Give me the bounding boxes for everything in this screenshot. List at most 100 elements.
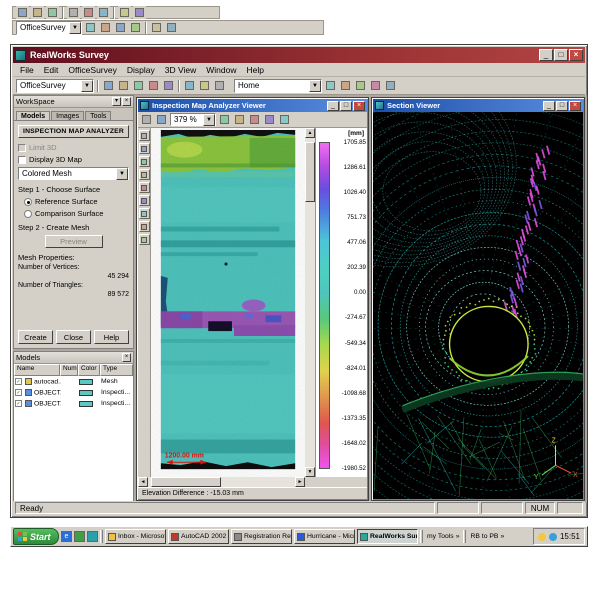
taskbar-toolbar-rbtopb[interactable]: RB to PB » bbox=[468, 529, 506, 544]
info-tool-icon[interactable] bbox=[139, 234, 150, 245]
table-row[interactable]: ✓ autocad... Mesh bbox=[14, 376, 133, 387]
mode-combo[interactable]: OfficeSurvey ▼ bbox=[16, 79, 94, 93]
toolbar-icon[interactable] bbox=[82, 6, 95, 19]
create-button[interactable]: Create bbox=[18, 330, 53, 344]
minimize-button[interactable]: _ bbox=[543, 101, 555, 111]
toolbar-icon[interactable] bbox=[339, 79, 352, 92]
vertical-scrollbar[interactable]: ▲ ▼ bbox=[305, 128, 315, 477]
taskbar-toolbar-mytools[interactable]: my Tools » bbox=[425, 529, 461, 544]
toolbar-icon[interactable] bbox=[183, 79, 196, 92]
toolbar-icon[interactable] bbox=[165, 21, 178, 34]
scroll-left-icon[interactable]: ◄ bbox=[138, 477, 148, 487]
zoom-level-combo[interactable]: 379 % ▼ bbox=[170, 113, 216, 126]
minimize-button[interactable]: _ bbox=[539, 49, 553, 61]
toolbar-icon[interactable] bbox=[384, 79, 397, 92]
taskbar-task-autocad[interactable]: AutoCAD 2002 bbox=[168, 529, 229, 544]
toolbar-icon[interactable] bbox=[162, 79, 175, 92]
reference-surface-radio[interactable] bbox=[24, 198, 32, 206]
workspace-panel-header[interactable]: WorkSpace ▾ × bbox=[14, 96, 133, 108]
toolbar-icon[interactable] bbox=[150, 21, 163, 34]
menu-display[interactable]: Display bbox=[122, 65, 160, 75]
quicklaunch-app-icon[interactable] bbox=[87, 531, 98, 542]
grid-icon[interactable] bbox=[278, 113, 291, 126]
tab-tools[interactable]: Tools bbox=[85, 111, 111, 120]
chevron-right-icon[interactable]: » bbox=[500, 533, 504, 540]
map-viewer-titlebar[interactable]: Inspection Map Analyzer Viewer _ □ × bbox=[138, 99, 367, 112]
pointer-icon[interactable] bbox=[140, 113, 153, 126]
annotate-tool-icon[interactable] bbox=[139, 182, 150, 193]
taskbar-task-realworks[interactable]: RealWorks Survey bbox=[357, 529, 418, 544]
section-viewer-titlebar[interactable]: Section Viewer _ □ × bbox=[373, 99, 583, 112]
visibility-checkbox[interactable]: ✓ bbox=[15, 400, 22, 407]
toolbar-icon[interactable] bbox=[114, 21, 127, 34]
menu-window[interactable]: Window bbox=[201, 65, 241, 75]
zoom-tool-icon[interactable] bbox=[139, 143, 150, 154]
close-button[interactable]: × bbox=[569, 101, 581, 111]
color-swatch[interactable] bbox=[79, 390, 93, 396]
toolbar-icon[interactable] bbox=[46, 6, 59, 19]
toolbar-icon[interactable] bbox=[117, 79, 130, 92]
toolbar-icon[interactable] bbox=[132, 79, 145, 92]
section-3d-canvas[interactable]: Z X Y bbox=[373, 112, 583, 499]
toolbar-icon[interactable] bbox=[324, 79, 337, 92]
toolbar-icon[interactable] bbox=[99, 21, 112, 34]
chevron-down-icon[interactable]: ▼ bbox=[69, 22, 81, 34]
maximize-button[interactable]: □ bbox=[556, 101, 568, 111]
toolbar-icon[interactable] bbox=[31, 6, 44, 19]
toolbar-icon[interactable] bbox=[147, 79, 160, 92]
toolbar-icon[interactable] bbox=[354, 79, 367, 92]
preview-button[interactable]: Preview bbox=[45, 235, 103, 248]
toolbar-icon[interactable] bbox=[118, 6, 131, 19]
minimize-button[interactable]: _ bbox=[327, 101, 339, 111]
quicklaunch-browser-icon[interactable]: e bbox=[61, 531, 72, 542]
toolbar-icon[interactable] bbox=[133, 6, 146, 19]
section-tool-icon[interactable] bbox=[139, 195, 150, 206]
scrollbar-thumb[interactable] bbox=[151, 477, 221, 487]
column-color[interactable]: Color bbox=[78, 364, 100, 376]
close-button[interactable]: × bbox=[353, 101, 365, 111]
maximize-button[interactable]: □ bbox=[554, 49, 568, 61]
close-button[interactable]: Close bbox=[56, 330, 91, 344]
close-button[interactable]: × bbox=[569, 49, 583, 61]
pan-tool-icon[interactable] bbox=[139, 156, 150, 167]
models-panel-header[interactable]: Models × bbox=[14, 352, 133, 364]
toolbar-icon[interactable] bbox=[213, 79, 226, 92]
zoom-out-icon[interactable] bbox=[233, 113, 246, 126]
view-combo[interactable]: Home ▼ bbox=[234, 79, 322, 93]
color-swatch[interactable] bbox=[79, 401, 93, 407]
measure-tool-icon[interactable] bbox=[139, 169, 150, 180]
column-name[interactable]: Name bbox=[14, 364, 60, 376]
table-row[interactable]: ✓ OBJECT... Inspecti... bbox=[14, 387, 133, 398]
tray-icon[interactable] bbox=[538, 533, 546, 541]
toolbar-icon[interactable] bbox=[84, 21, 97, 34]
chevron-down-icon[interactable]: ▼ bbox=[203, 114, 215, 126]
pan-icon[interactable] bbox=[248, 113, 261, 126]
officesurvey-combo[interactable]: OfficeSurvey ▼ bbox=[16, 21, 82, 35]
tray-icon[interactable] bbox=[549, 533, 557, 541]
close-icon[interactable]: × bbox=[122, 353, 131, 362]
menu-file[interactable]: File bbox=[15, 65, 39, 75]
quicklaunch-desktop-icon[interactable] bbox=[74, 531, 85, 542]
tunnel-pointcloud[interactable]: Z X Y bbox=[373, 112, 583, 499]
taskbar-task-hurricane[interactable]: Hurricane - Micro... bbox=[294, 529, 355, 544]
help-button[interactable]: Help bbox=[94, 330, 129, 344]
scroll-right-icon[interactable]: ► bbox=[295, 477, 305, 487]
chevron-down-icon[interactable]: ▼ bbox=[309, 80, 321, 92]
tab-images[interactable]: Images bbox=[51, 111, 84, 120]
chevron-down-icon[interactable]: ▼ bbox=[81, 80, 93, 92]
scrollbar-thumb[interactable] bbox=[305, 142, 315, 202]
taskbar-task-registration[interactable]: Registration Rep... bbox=[231, 529, 292, 544]
horizontal-scrollbar[interactable]: ◄ ► bbox=[138, 477, 305, 487]
inspection-map[interactable]: 1200.00 mm bbox=[151, 128, 305, 477]
chevron-down-icon[interactable]: ▾ bbox=[112, 97, 121, 106]
select-tool-icon[interactable] bbox=[139, 130, 150, 141]
taskbar-task-inbox[interactable]: Inbox - Microsof... bbox=[105, 529, 166, 544]
zoom-icon[interactable] bbox=[155, 113, 168, 126]
visibility-checkbox[interactable]: ✓ bbox=[15, 389, 22, 396]
color-swatch[interactable] bbox=[79, 379, 93, 385]
title-bar[interactable]: RealWorks Survey _ □ × bbox=[13, 47, 585, 63]
mesh-type-combo[interactable]: Colored Mesh ▼ bbox=[18, 167, 129, 180]
close-icon[interactable]: × bbox=[122, 97, 131, 106]
display-3d-map-checkbox[interactable] bbox=[18, 156, 26, 164]
menu-3dview[interactable]: 3D View bbox=[160, 65, 202, 75]
